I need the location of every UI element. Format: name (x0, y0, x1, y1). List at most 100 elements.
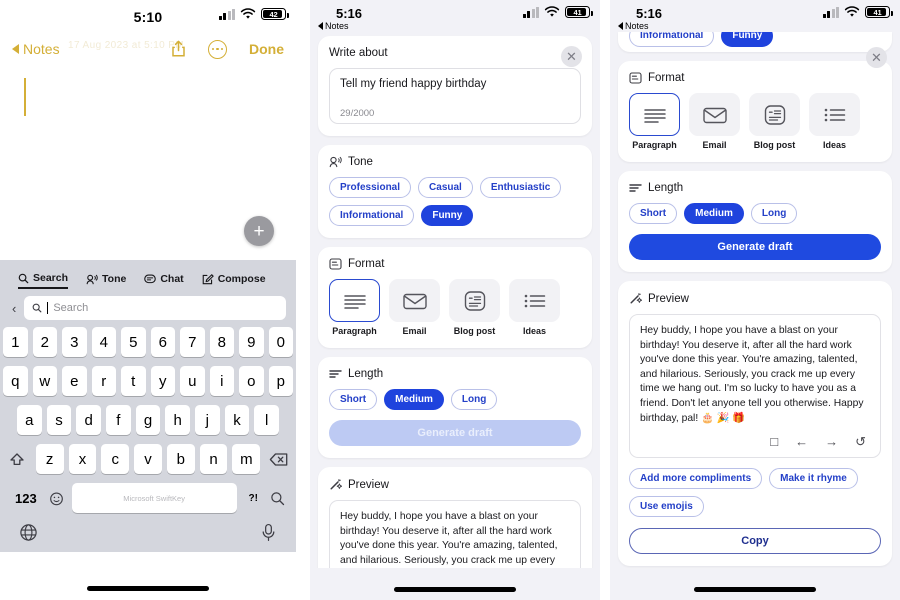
format-option-ideas[interactable]: Ideas (509, 279, 560, 336)
kb-tab-compose[interactable]: Compose (202, 273, 266, 288)
key-p[interactable]: p (268, 366, 293, 396)
share-icon[interactable] (171, 40, 186, 58)
note-text-area[interactable]: + (0, 64, 296, 260)
key-8[interactable]: 8 (209, 327, 234, 357)
next-arrow-icon[interactable]: → (825, 435, 838, 448)
regenerate-icon[interactable]: ↺ (855, 435, 866, 448)
key-6[interactable]: 6 (150, 327, 175, 357)
key-m[interactable]: m (232, 444, 261, 474)
search-key-icon[interactable] (270, 491, 285, 506)
close-icon[interactable]: ✕ (561, 46, 582, 67)
length-icon (329, 370, 342, 378)
close-icon[interactable]: ✕ (866, 47, 887, 68)
search-input[interactable]: Search (24, 296, 286, 320)
write-about-input[interactable]: Tell my friend happy birthday 29/2000 (329, 68, 581, 124)
key-j[interactable]: j (195, 405, 220, 435)
length-title: Length (329, 368, 581, 380)
format-option-paragraph[interactable]: Paragraph (329, 279, 380, 336)
format-option-blog-post[interactable]: Blog post (449, 279, 500, 336)
backspace-icon[interactable] (265, 444, 293, 474)
key-5[interactable]: 5 (121, 327, 146, 357)
key-z[interactable]: z (35, 444, 64, 474)
format-option-email[interactable]: Email (389, 279, 440, 336)
key-9[interactable]: 9 (239, 327, 264, 357)
return-to-notes[interactable]: Notes (318, 21, 349, 31)
tone-chip-funny[interactable]: Funny (421, 205, 474, 226)
battery-percent: 41 (573, 7, 582, 17)
tone-chip-professional[interactable]: Professional (329, 177, 412, 198)
key-3[interactable]: 3 (62, 327, 87, 357)
previous-arrow-icon[interactable]: ← (795, 435, 808, 448)
key-1[interactable]: 1 (3, 327, 28, 357)
tone-chip-informational[interactable]: Informational (329, 205, 415, 226)
return-to-notes[interactable]: Notes (618, 21, 649, 31)
key-x[interactable]: x (68, 444, 97, 474)
key-y[interactable]: y (150, 366, 175, 396)
key-7[interactable]: 7 (180, 327, 205, 357)
key-t[interactable]: t (121, 366, 146, 396)
length-chip-long[interactable]: Long (450, 389, 498, 410)
key-q[interactable]: q (3, 366, 28, 396)
key-l[interactable]: l (254, 405, 280, 435)
format-option-ideas[interactable]: Ideas (809, 93, 860, 150)
kb-tab-tone[interactable]: Tone (86, 273, 126, 288)
key-2[interactable]: 2 (32, 327, 57, 357)
ellipsis-circle-icon[interactable] (208, 39, 227, 59)
key-g[interactable]: g (135, 405, 161, 435)
punctuation-key[interactable]: ?! (245, 493, 262, 504)
key-d[interactable]: d (76, 405, 101, 435)
emoji-icon[interactable] (49, 491, 64, 506)
length-chip-short[interactable]: Short (329, 389, 378, 410)
key-n[interactable]: n (199, 444, 228, 474)
key-i[interactable]: i (209, 366, 234, 396)
length-chip-medium[interactable]: Medium (384, 389, 444, 410)
suggestion-make-it-rhyme[interactable]: Make it rhyme (769, 468, 858, 490)
generate-draft-button[interactable]: Generate draft (629, 234, 881, 260)
suggestion-add-more-compliments[interactable]: Add more compliments (629, 468, 763, 490)
tone-chip-informational[interactable]: Informational (629, 32, 715, 47)
format-option-email[interactable]: Email (689, 93, 740, 150)
microphone-icon[interactable] (260, 523, 277, 542)
suggestion-chips: Add more compliments Make it rhyme Use e… (629, 468, 881, 518)
stop-icon[interactable]: □ (770, 435, 778, 448)
key-0[interactable]: 0 (268, 327, 293, 357)
kb-tab-search[interactable]: Search (18, 272, 69, 289)
key-b[interactable]: b (166, 444, 195, 474)
battery-percent: 42 (269, 9, 278, 19)
key-v[interactable]: v (134, 444, 162, 474)
globe-icon[interactable] (19, 523, 38, 542)
suggestion-use-emojis[interactable]: Use emojis (629, 496, 704, 518)
notes-back-button[interactable]: Notes (12, 41, 60, 57)
tone-chip-enthusiastic[interactable]: Enthusiastic (479, 177, 562, 198)
tone-chip-casual[interactable]: Casual (418, 177, 473, 198)
tone-chip-funny[interactable]: Funny (721, 32, 774, 47)
chevron-left-icon[interactable]: ‹ (12, 301, 16, 316)
length-chip-short[interactable]: Short (629, 203, 678, 224)
key-f[interactable]: f (106, 405, 131, 435)
key-u[interactable]: u (180, 366, 205, 396)
length-chip-medium[interactable]: Medium (684, 203, 744, 224)
key-w[interactable]: w (32, 366, 57, 396)
key-c[interactable]: c (101, 444, 130, 474)
key-4[interactable]: 4 (91, 327, 116, 357)
kb-tab-chat[interactable]: Chat (144, 273, 184, 288)
key-h[interactable]: h (165, 405, 191, 435)
generate-draft-button[interactable]: Generate draft (329, 420, 581, 446)
done-button[interactable]: Done (249, 41, 284, 57)
key-o[interactable]: o (239, 366, 264, 396)
length-icon (629, 184, 642, 192)
format-option-paragraph[interactable]: Paragraph (629, 93, 680, 150)
key-r[interactable]: r (91, 366, 116, 396)
key-e[interactable]: e (62, 366, 87, 396)
length-chip-long[interactable]: Long (750, 203, 798, 224)
format-option-blog-post[interactable]: Blog post (749, 93, 800, 150)
space-key[interactable]: Microsoft SwiftKey (71, 483, 237, 513)
key-s[interactable]: s (46, 405, 72, 435)
key-k[interactable]: k (224, 405, 250, 435)
copy-button[interactable]: Copy (629, 528, 881, 555)
format-card: ✕ Format Paragraph Email Blog post Ideas (618, 47, 892, 162)
numbers-key[interactable]: 123 (11, 491, 41, 506)
add-attachment-button[interactable]: + (244, 216, 274, 246)
key-a[interactable]: a (16, 405, 42, 435)
shift-icon[interactable] (3, 444, 31, 474)
